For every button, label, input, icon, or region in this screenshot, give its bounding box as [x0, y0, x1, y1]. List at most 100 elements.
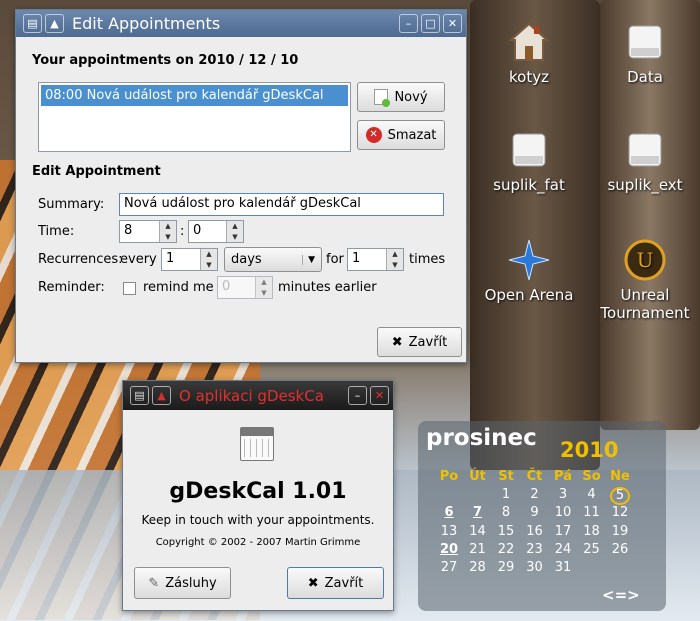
calendar-widget: prosinec 2010 Po Út St Čt Pá So Ne 1 2 3 4 5 6 7 8 9 10 1…	[418, 421, 666, 611]
calendar-day[interactable]: 15	[492, 524, 520, 539]
shade-icon[interactable]: ▲	[152, 386, 171, 405]
recurrence-unit-dropdown[interactable]: days ▼	[224, 247, 322, 272]
window-menu-icon[interactable]: ▤	[23, 14, 42, 33]
desktop-icon-data[interactable]: Data	[595, 20, 695, 86]
down-arrow-icon[interactable]: ▼	[227, 232, 243, 243]
calendar-day[interactable]: 16	[521, 524, 549, 539]
remind-me-checkbox[interactable]	[123, 282, 136, 295]
calendar-weekday: Pá	[554, 469, 572, 484]
close-icon[interactable]: ✕	[443, 14, 462, 33]
about-close-button-label: Zavřít	[324, 575, 364, 591]
calendar-day[interactable]: 14	[464, 524, 492, 539]
calendar-day[interactable]: 17	[549, 524, 577, 539]
maximize-icon[interactable]: □	[421, 14, 440, 33]
minimize-icon[interactable]: –	[399, 14, 418, 33]
calendar-day[interactable]: 12	[606, 505, 634, 520]
new-button[interactable]: Nový	[357, 82, 445, 112]
calendar-day[interactable]: 26	[606, 542, 634, 557]
calendar-day[interactable]: 19	[606, 524, 634, 539]
summary-input[interactable]: Nová událost pro kalendář gDeskCal	[119, 193, 444, 216]
close-x-icon: ✖	[307, 575, 319, 591]
calendar-app-icon	[240, 427, 274, 461]
desktop-icon-kotyz[interactable]: kotyz	[479, 20, 579, 86]
credits-button[interactable]: ✎ Zásluhy	[134, 567, 231, 599]
every-spinner[interactable]: 1 ▲ ▼	[161, 248, 218, 271]
edit-appointment-heading: Edit Appointment	[32, 164, 161, 179]
desktop-icon-label: suplik_ext	[607, 176, 683, 194]
new-document-icon	[374, 89, 391, 107]
desktop-icon-unreal-tournament[interactable]: U Unreal Tournament	[592, 238, 698, 322]
up-arrow-icon[interactable]: ▲	[160, 221, 176, 232]
calendar-day[interactable]: 23	[521, 542, 549, 557]
up-arrow-icon[interactable]: ▲	[256, 277, 272, 288]
desktop-icon-open-arena[interactable]: Open Arena	[479, 238, 579, 304]
calendar-nav[interactable]: <=>	[602, 586, 640, 604]
about-close-button[interactable]: ✖ Zavřít	[287, 567, 384, 599]
up-arrow-icon[interactable]: ▲	[227, 221, 243, 232]
calendar-day[interactable]: 7	[464, 505, 492, 520]
minute-spinner[interactable]: 0 ▲ ▼	[188, 220, 244, 243]
calendar-day[interactable]: 10	[549, 505, 577, 520]
down-arrow-icon[interactable]: ▼	[387, 260, 403, 271]
hour-value: 8	[124, 223, 133, 238]
calendar-day[interactable]: 28	[464, 560, 492, 575]
calendar-weekday: St	[498, 469, 514, 484]
calendar-day[interactable]: 24	[549, 542, 577, 557]
drive-icon	[623, 128, 667, 172]
calendar-day[interactable]: 22	[492, 542, 520, 557]
calendar-day[interactable]: 9	[521, 505, 549, 520]
delete-button[interactable]: ✕ Smazat	[357, 120, 445, 150]
calendar-day[interactable]: 20	[435, 542, 463, 557]
up-arrow-icon[interactable]: ▲	[201, 249, 217, 260]
calendar-day[interactable]: 30	[521, 560, 549, 575]
desktop-icon-suplik-fat[interactable]: suplik_fat	[479, 128, 579, 194]
minute-value: 0	[193, 223, 202, 238]
calendar-day[interactable]: 8	[492, 505, 520, 520]
window-title: Edit Appointments	[72, 14, 221, 33]
calendar-day[interactable]: 11	[578, 505, 606, 520]
calendar-day[interactable]: 25	[578, 542, 606, 557]
title-bar: ▤ ▲ O aplikaci gDeskCa – ✕	[123, 381, 393, 410]
calendar-day[interactable]: 3	[549, 487, 577, 502]
calendar-day[interactable]: 4	[578, 487, 606, 502]
desktop-icon-suplik-ext[interactable]: suplik_ext	[595, 128, 695, 194]
calendar-day[interactable]: 18	[578, 524, 606, 539]
desktop-icon-label: suplik_fat	[493, 176, 565, 194]
remind-value: 0	[222, 279, 231, 294]
remind-minutes-spinner[interactable]: 0 ▲ ▼	[217, 276, 273, 299]
calendar-day[interactable]: 6	[435, 505, 463, 520]
reminder-label: Reminder:	[38, 280, 105, 295]
close-x-icon: ✖	[391, 334, 403, 350]
appointment-list[interactable]: 08:00 Nová událost pro kalendář gDeskCal	[38, 82, 351, 152]
down-arrow-icon[interactable]: ▼	[160, 232, 176, 243]
about-window: ▤ ▲ O aplikaci gDeskCa – ✕ gDeskCal 1.01…	[122, 380, 394, 611]
credits-button-label: Zásluhy	[165, 575, 217, 591]
times-label: times	[409, 252, 446, 267]
desktop-icon-label: Open Arena	[484, 286, 574, 304]
calendar-day[interactable]: 29	[492, 560, 520, 575]
desktop-icon-label: Unreal Tournament	[600, 286, 690, 322]
credits-icon: ✎	[148, 575, 160, 591]
calendar-day[interactable]: 31	[549, 560, 577, 575]
for-value: 1	[352, 251, 361, 266]
hour-spinner[interactable]: 8 ▲ ▼	[119, 220, 177, 243]
close-button-label: Zavřít	[408, 334, 448, 350]
down-arrow-icon[interactable]: ▼	[256, 288, 272, 299]
calendar-day[interactable]: 13	[435, 524, 463, 539]
list-item[interactable]: 08:00 Nová událost pro kalendář gDeskCal	[41, 85, 348, 106]
shade-icon[interactable]: ▲	[45, 14, 64, 33]
minimize-icon[interactable]: –	[348, 386, 367, 405]
down-arrow-icon[interactable]: ▼	[201, 260, 217, 271]
calendar-day[interactable]: 2	[521, 487, 549, 502]
calendar-day[interactable]: 5	[610, 487, 630, 506]
calendar-weekday: Po	[439, 469, 459, 484]
window-menu-icon[interactable]: ▤	[130, 386, 149, 405]
up-arrow-icon[interactable]: ▲	[387, 249, 403, 260]
calendar-day[interactable]: 27	[435, 560, 463, 575]
for-spinner[interactable]: 1 ▲ ▼	[347, 248, 404, 271]
calendar-day[interactable]: 21	[464, 542, 492, 557]
calendar-day[interactable]: 1	[492, 487, 520, 502]
desktop-icon-label: kotyz	[509, 68, 549, 86]
close-button[interactable]: ✖ Zavřít	[377, 327, 462, 357]
close-icon[interactable]: ✕	[370, 386, 389, 405]
